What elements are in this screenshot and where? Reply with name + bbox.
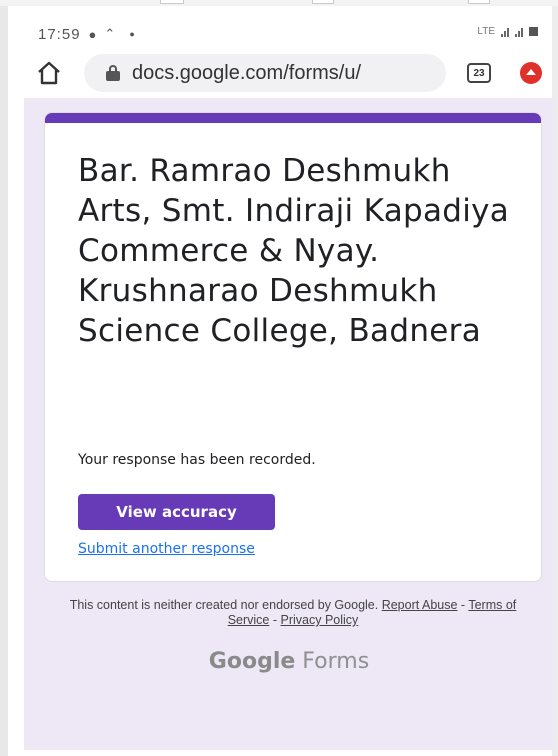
form-page: Bar. Ramrao Deshmukh Arts, Smt. Indiraji… <box>24 98 554 750</box>
logo-forms-text: Forms <box>302 649 370 674</box>
view-accuracy-button[interactable]: View accuracy <box>78 494 275 530</box>
network-type-label: LTE <box>477 26 495 37</box>
signal-icon <box>501 27 509 37</box>
messenger-icon: ● <box>88 26 97 42</box>
battery-icon <box>529 27 538 36</box>
signal-icon-2 <box>515 27 523 37</box>
update-icon[interactable] <box>520 62 542 84</box>
status-indicators: LTE <box>477 26 538 37</box>
url-bar[interactable]: docs.google.com/forms/u/ <box>84 54 446 92</box>
report-abuse-link[interactable]: Report Abuse <box>382 598 458 612</box>
home-icon[interactable] <box>36 60 62 86</box>
submit-another-link[interactable]: Submit another response <box>78 541 255 557</box>
tab-switcher-button[interactable]: 23 <box>467 63 491 83</box>
disclaimer-text: This content is neither created nor endo… <box>69 598 379 612</box>
confirmation-message: Your response has been recorded. <box>78 452 316 468</box>
privacy-link[interactable]: Privacy Policy <box>281 613 359 627</box>
separator: - <box>457 598 469 612</box>
dot-icon: ● <box>129 29 135 39</box>
disclaimer: This content is neither created nor endo… <box>58 598 528 628</box>
status-bar: 17:59 ● ⌃ ● LTE <box>10 20 548 48</box>
lock-icon <box>106 65 120 81</box>
form-title: Bar. Ramrao Deshmukh Arts, Smt. Indiraji… <box>78 153 510 349</box>
separator: - <box>269 613 281 627</box>
google-forms-logo[interactable]: Google Forms <box>24 649 554 674</box>
confirmation-card: Bar. Ramrao Deshmukh Arts, Smt. Indiraji… <box>44 112 542 582</box>
browser-toolbar: docs.google.com/forms/u/ 23 <box>8 50 552 98</box>
top-edge <box>0 0 558 6</box>
notification-icon: ⌃ <box>104 26 116 41</box>
status-time: 17:59 <box>38 25 81 43</box>
card-accent-bar <box>45 113 541 123</box>
logo-google-text: Google <box>208 649 296 674</box>
url-text: docs.google.com/forms/u/ <box>132 61 361 84</box>
